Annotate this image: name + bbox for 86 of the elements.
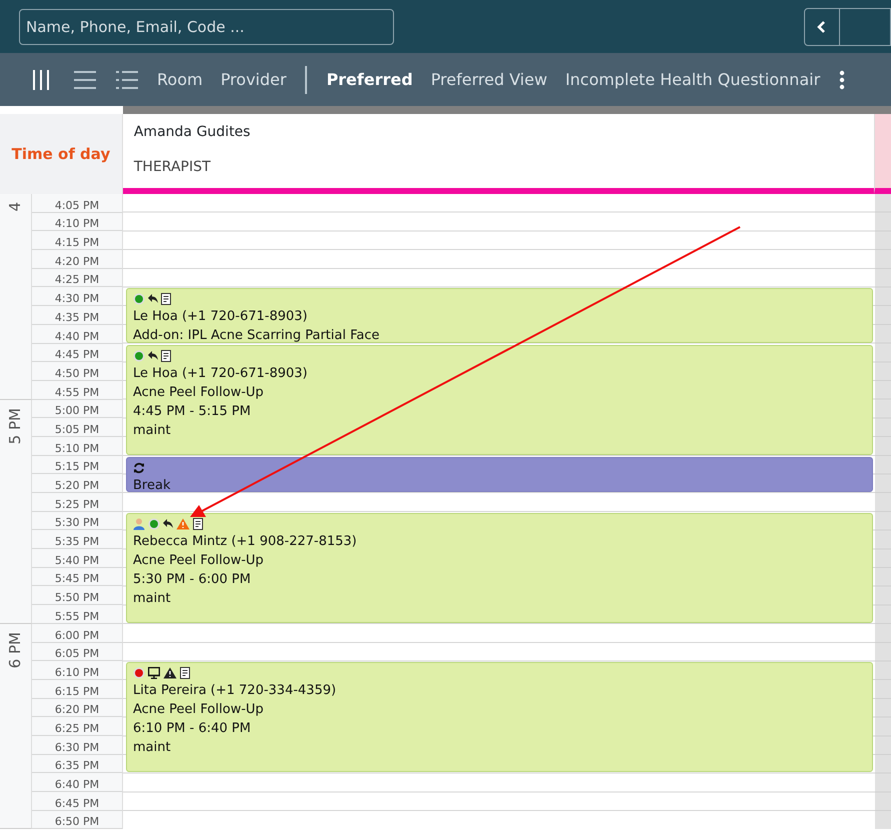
time-slot-label: 6:10 PM	[32, 661, 123, 680]
note-icon	[161, 350, 171, 362]
time-slot-label: 4:45 PM	[32, 344, 123, 362]
break-block[interactable]: Break	[126, 456, 873, 492]
view-tab[interactable]: Preferred	[317, 64, 422, 96]
time-slot-label: 4:55 PM	[32, 380, 123, 400]
provider-name: Amanda Gudites	[134, 123, 252, 142]
appointment-text: Acne Peel Follow-Up	[133, 384, 265, 402]
person-icon	[133, 518, 145, 530]
time-slot-label: 6:00 PM	[32, 624, 123, 642]
time-slot-label: 6:15 PM	[32, 680, 123, 699]
time-slot-label: 5:45 PM	[32, 568, 123, 586]
appointment-text: maint	[133, 590, 172, 608]
appointment-card[interactable]: Rebecca Mintz (+1 908-227-8153) Acne Peel Follow-Up 5:30 PM - 6:00 PM maint	[126, 512, 873, 623]
status-dot-icon	[133, 350, 145, 362]
appointment-text: 6:10 PM - 6:40 PM	[133, 720, 252, 738]
appointment-text: Le Hoa (+1 720-671-8903)	[133, 308, 309, 326]
note-icon	[180, 667, 190, 680]
list-icon	[116, 69, 138, 92]
time-slot-label: 6:45 PM	[32, 792, 123, 811]
note-icon	[161, 293, 171, 306]
previous-button[interactable]	[804, 8, 840, 46]
appointment-text: Rebecca Mintz (+1 908-227-8153)	[133, 532, 358, 551]
hour-label: 6 PM	[5, 632, 26, 668]
appointment-card[interactable]: Lita Pereira (+1 720-334-4359) Acne Peel Follow-Up 6:10 PM - 6:40 PM maint	[126, 662, 873, 772]
appointment-text: Le Hoa (+1 720-671-8903)	[133, 364, 309, 382]
time-slot-label: 4:40 PM	[32, 324, 123, 344]
warning-icon	[163, 667, 177, 680]
time-slot-label: 5:00 PM	[32, 400, 123, 418]
time-slot-label: 4:20 PM	[32, 250, 123, 269]
time-slot-label: 5:40 PM	[32, 549, 123, 568]
appointment-text: 4:45 PM - 5:15 PM	[133, 402, 252, 420]
appointment-text: maint	[133, 422, 172, 440]
time-slot-label: 5:15 PM	[32, 456, 123, 474]
time-slot-label: 4:05 PM	[32, 194, 123, 213]
time-slot-label: 5:10 PM	[32, 436, 123, 456]
time-slot-label: 4:10 PM	[32, 212, 123, 232]
time-slot-label: 6:05 PM	[32, 642, 123, 662]
rows-icon	[74, 69, 96, 92]
time-slot-label: 4:15 PM	[32, 231, 123, 250]
time-slot-label: 4:50 PM	[32, 362, 123, 381]
time-slot-label: 5:50 PM	[32, 586, 123, 606]
refresh-icon	[133, 462, 145, 474]
time-of-day-header: Time of day	[0, 114, 123, 194]
view-tab[interactable]: Preferred View	[422, 64, 556, 96]
search-field[interactable]: Name, Phone, Email, Code ...	[19, 8, 394, 44]
reply-arrow-icon	[163, 518, 173, 529]
provider-role: THERAPIST	[134, 158, 212, 177]
time-slot-label: 6:20 PM	[32, 698, 123, 718]
time-slot-label: 5:55 PM	[32, 605, 123, 624]
reply-arrow-icon	[148, 294, 158, 304]
time-slot-label: 6:25 PM	[32, 717, 123, 736]
time-slot-label: 5:25 PM	[32, 493, 123, 512]
appointment-text: 5:30 PM - 6:00 PM	[133, 570, 252, 589]
view-tab[interactable]: Provider	[212, 64, 296, 96]
kebab-icon	[839, 70, 846, 90]
view-tab[interactable]: Incomplete Health Questionnair	[556, 64, 830, 96]
view-tab[interactable]: Room	[148, 64, 212, 96]
status-dot-icon	[133, 293, 145, 306]
appointment-text: Lita Pereira (+1 720-334-4359)	[133, 682, 338, 700]
time-slot-label: 4:35 PM	[32, 306, 123, 325]
time-slot-label: 5:05 PM	[32, 418, 123, 437]
time-slot-label: 6:35 PM	[32, 754, 123, 774]
chevron-left-icon	[817, 20, 827, 34]
appointment-text: maint	[133, 739, 172, 758]
reply-arrow-icon	[148, 350, 158, 360]
status-dot-icon	[148, 518, 160, 530]
time-slot-label: 6:50 PM	[32, 810, 123, 830]
time-slot-label: 5:30 PM	[32, 512, 123, 530]
warning-icon	[176, 518, 190, 530]
time-slot-label: 4:25 PM	[32, 268, 123, 288]
date-button[interactable]	[840, 8, 891, 46]
time-slot-label: 5:20 PM	[32, 474, 123, 493]
appointment-text: Acne Peel Follow-Up	[133, 701, 265, 720]
appointment-text: Break	[133, 476, 172, 491]
appointment-card[interactable]: Le Hoa (+1 720-671-8903) Acne Peel Follow-Up 4:45 PM - 5:15 PM maint	[126, 344, 873, 455]
status-dot-icon	[133, 667, 145, 680]
time-slot-label: 5:35 PM	[32, 530, 123, 550]
appointment-text: Acne Peel Follow-Up	[133, 552, 265, 570]
hour-label: 4	[5, 202, 26, 212]
time-slot-label: 6:40 PM	[32, 773, 123, 792]
time-slot-label: 4:30 PM	[32, 287, 123, 306]
note-icon	[193, 518, 203, 530]
monitor-icon	[148, 667, 160, 680]
time-slot-label: 6:30 PM	[32, 736, 123, 755]
hour-label: 5 PM	[5, 408, 26, 444]
